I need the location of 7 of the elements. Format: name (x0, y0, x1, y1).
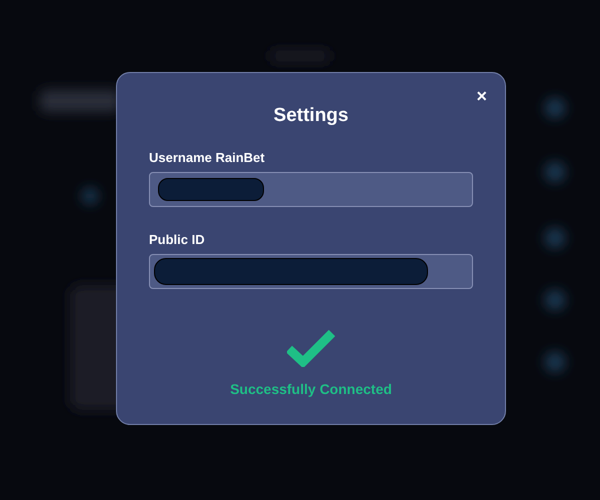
close-button[interactable]: × (476, 87, 487, 105)
input-field[interactable] (149, 254, 473, 289)
input-field[interactable] (149, 172, 473, 207)
field-label: Username RainBet (149, 150, 266, 165)
field-label: Public ID (149, 232, 206, 247)
status-message: Successfully Connected (230, 381, 392, 397)
dialog-title: Settings (274, 105, 348, 127)
